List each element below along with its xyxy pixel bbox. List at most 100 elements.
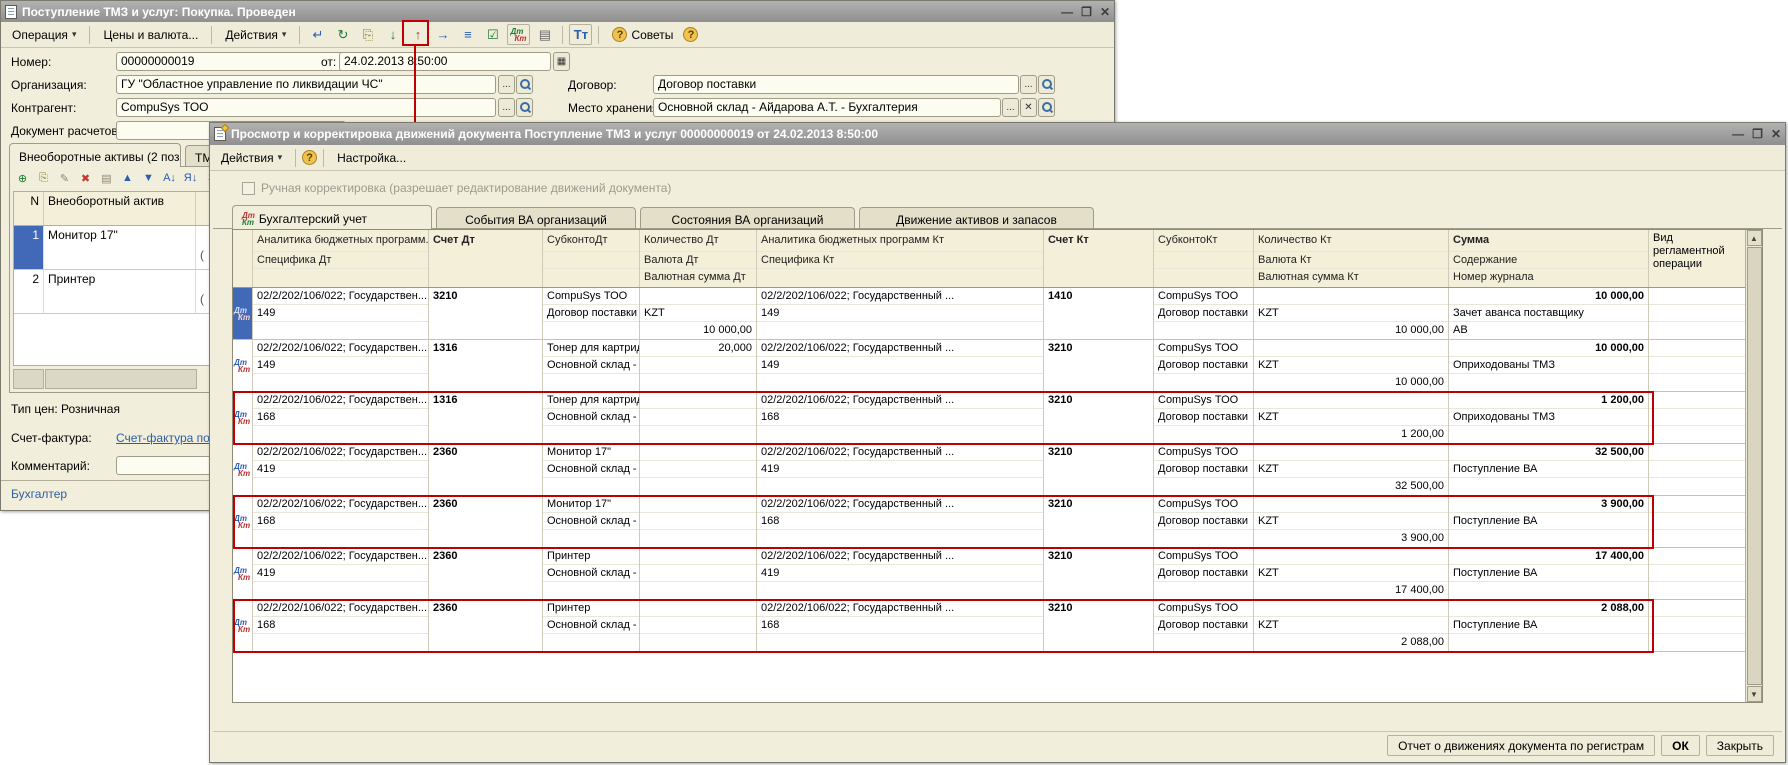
prices-currency-button[interactable]: Цены и валюта... xyxy=(96,24,205,45)
col-dt-specifics[interactable]: Специфика Дт xyxy=(253,252,428,269)
actions-menu-button[interactable]: Действия▾ xyxy=(218,24,293,45)
maximize-icon[interactable]: ❐ xyxy=(1752,127,1763,141)
organization-select-button[interactable]: ... xyxy=(498,75,515,94)
storage-clear-icon[interactable]: ✕ xyxy=(1020,98,1037,117)
scroll-up-icon[interactable]: ▲ xyxy=(1747,230,1762,246)
organization-input[interactable]: ГУ "Областное управление по ликвидации Ч… xyxy=(116,75,496,94)
cell-dt-analytics: 02/2/202/106/022; Государствен...149 xyxy=(253,340,429,391)
list-icon[interactable]: ≡ xyxy=(456,24,479,45)
col-kt-account[interactable]: Счет Кт xyxy=(1044,230,1153,252)
col-reg-operation[interactable]: Вид регламентной операции xyxy=(1649,230,1745,273)
goto-icon[interactable]: ↵ xyxy=(306,24,329,45)
contractor-input[interactable]: CompuSys ТОО xyxy=(116,98,496,117)
movement-row[interactable]: ДтКт02/2/202/106/022; Государствен...419… xyxy=(233,548,1745,600)
col-kt-cur-amount[interactable]: Валютная сумма Кт xyxy=(1254,269,1448,286)
col-dt-qty[interactable]: Количество Дт xyxy=(640,230,756,252)
tab-va-events[interactable]: События ВА организаций xyxy=(436,207,636,229)
storage-search-icon[interactable] xyxy=(1038,98,1055,117)
col-dt-analytics[interactable]: Аналитика бюджетных программ... xyxy=(253,230,428,252)
delete-row-icon[interactable]: ✖ xyxy=(76,169,95,187)
col-content[interactable]: Содержание xyxy=(1449,252,1648,269)
dtkt-row-icon: ДтКт xyxy=(233,340,253,391)
col-kt-analytics[interactable]: Аналитика бюджетных программ Кт xyxy=(757,230,1043,252)
contractor-search-icon[interactable] xyxy=(516,98,533,117)
movement-row[interactable]: ДтКт02/2/202/106/022; Государствен...419… xyxy=(233,444,1745,496)
contract-input[interactable]: Договор поставки xyxy=(653,75,1019,94)
minimize-icon[interactable]: — xyxy=(1732,127,1744,141)
col-kt-currency[interactable]: Валюта Кт xyxy=(1254,252,1448,269)
minimize-icon[interactable]: — xyxy=(1061,5,1073,19)
help-icon[interactable]: ? xyxy=(302,150,317,165)
col-kt-qty[interactable]: Количество Кт xyxy=(1254,230,1448,252)
document-window-title: Поступление ТМЗ и услуг: Покупка. Провед… xyxy=(22,5,296,19)
col-dt-currency[interactable]: Валюта Дт xyxy=(640,252,756,269)
movement-row[interactable]: ДтКт02/2/202/106/022; Государствен...149… xyxy=(233,288,1745,340)
col-dt-cur-amount[interactable]: Валютная сумма Дт xyxy=(640,269,756,286)
storage-select-button[interactable]: ... xyxy=(1002,98,1019,117)
enter-on-basis-icon[interactable]: → xyxy=(431,24,454,45)
col-sum[interactable]: Сумма xyxy=(1449,230,1648,252)
scrollbar-thumb[interactable] xyxy=(1747,247,1762,685)
document-window-titlebar[interactable]: Поступление ТМЗ и услуг: Покупка. Провед… xyxy=(1,1,1114,22)
contractor-select-button[interactable]: ... xyxy=(498,98,515,117)
contract-search-icon[interactable] xyxy=(1038,75,1055,94)
col-dt-account[interactable]: Счет Дт xyxy=(429,230,542,252)
post-document-icon[interactable]: ↓ xyxy=(381,24,404,45)
close-icon[interactable]: ✕ xyxy=(1771,127,1781,141)
unpost-document-icon[interactable]: ↑ xyxy=(406,24,429,45)
help-icon[interactable]: ? xyxy=(683,27,698,42)
cell-kt-account: 3210 xyxy=(1044,496,1154,547)
tt-settings-button[interactable]: Тт xyxy=(569,24,592,45)
movement-row[interactable]: ДтКт02/2/202/106/022; Государствен...149… xyxy=(233,340,1745,392)
cell-reg-operation xyxy=(1649,444,1745,495)
movement-row[interactable]: ДтКт02/2/202/106/022; Государствен...168… xyxy=(233,392,1745,444)
close-button[interactable]: Закрыть xyxy=(1706,735,1774,756)
tab-va-states[interactable]: Состояния ВА организаций xyxy=(640,207,855,229)
manual-adjustment-checkbox[interactable] xyxy=(242,182,255,195)
move-up-icon[interactable]: ▲ xyxy=(118,169,137,187)
close-icon[interactable]: ✕ xyxy=(1100,5,1110,19)
scroll-down-icon[interactable]: ▼ xyxy=(1747,686,1762,702)
movements-actions-button[interactable]: Действия▾ xyxy=(214,147,289,168)
organization-search-icon[interactable] xyxy=(516,75,533,94)
ok-button[interactable]: ОК xyxy=(1661,735,1700,756)
number-input[interactable]: 00000000019 xyxy=(116,52,346,71)
copy-row-icon[interactable]: ⎘ xyxy=(34,169,53,187)
advice-button[interactable]: ?Советы xyxy=(605,24,680,45)
add-row-icon[interactable]: ⊕ xyxy=(13,169,32,187)
storage-input[interactable]: Основной склад - Айдарова А.Т. - Бухгалт… xyxy=(653,98,1001,117)
invoice-link[interactable]: Счет-фактура полученный xyxy=(116,431,216,445)
operation-menu-button[interactable]: Операция▾ xyxy=(5,24,83,45)
movements-settings-button[interactable]: Настройка... xyxy=(330,147,413,168)
date-input[interactable]: 24.02.2013 8:50:00 xyxy=(339,52,551,71)
refresh-icon[interactable]: ↻ xyxy=(331,24,354,45)
tab-accounting[interactable]: ДтКт Бухгалтерский учет xyxy=(232,205,432,229)
edit-row-icon[interactable]: ✎ xyxy=(55,169,74,187)
move-down-icon[interactable]: ▼ xyxy=(139,169,158,187)
col-kt-subconto[interactable]: СубконтоКт xyxy=(1154,230,1253,252)
col-dt-subconto[interactable]: СубконтоДт xyxy=(543,230,639,252)
tab-assets-movement[interactable]: Движение активов и запасов xyxy=(859,207,1094,229)
dtkt-movements-button[interactable]: ДтКт xyxy=(507,24,530,45)
calendar-icon[interactable]: ▦ xyxy=(553,52,570,71)
movement-row[interactable]: ДтКт02/2/202/106/022; Государствен...168… xyxy=(233,600,1745,652)
selection-list-icon[interactable]: ☑ xyxy=(481,24,504,45)
col-kt-specifics[interactable]: Специфика Кт xyxy=(757,252,1043,269)
registers-report-button[interactable]: Отчет о движениях документа по регистрам xyxy=(1387,735,1655,756)
date-label: от: xyxy=(321,55,336,69)
tab-noncurrent-assets[interactable]: Внеоборотные активы (2 поз.) xyxy=(9,143,181,167)
cell-kt-analytics: 02/2/202/106/022; Государственный ...168 xyxy=(757,392,1044,443)
movement-row[interactable]: ДтКт02/2/202/106/022; Государствен...168… xyxy=(233,496,1745,548)
maximize-icon[interactable]: ❐ xyxy=(1081,5,1092,19)
sort-asc-icon[interactable]: А↓ xyxy=(160,169,179,187)
copy-add-icon[interactable]: ⎘ xyxy=(356,24,379,45)
end-edit-icon[interactable]: ▤ xyxy=(97,169,116,187)
sort-desc-icon[interactable]: Я↓ xyxy=(181,169,200,187)
movements-window-titlebar[interactable]: Просмотр и корректировка движений докуме… xyxy=(210,123,1785,145)
vertical-scrollbar[interactable]: ▲ ▼ xyxy=(1745,230,1762,702)
invoice-label: Счет-фактура: xyxy=(11,431,92,445)
chevron-down-icon: ▾ xyxy=(282,29,287,40)
document-report-icon[interactable]: ▤ xyxy=(533,24,556,45)
col-journal[interactable]: Номер журнала xyxy=(1449,269,1648,286)
contract-select-button[interactable]: ... xyxy=(1020,75,1037,94)
